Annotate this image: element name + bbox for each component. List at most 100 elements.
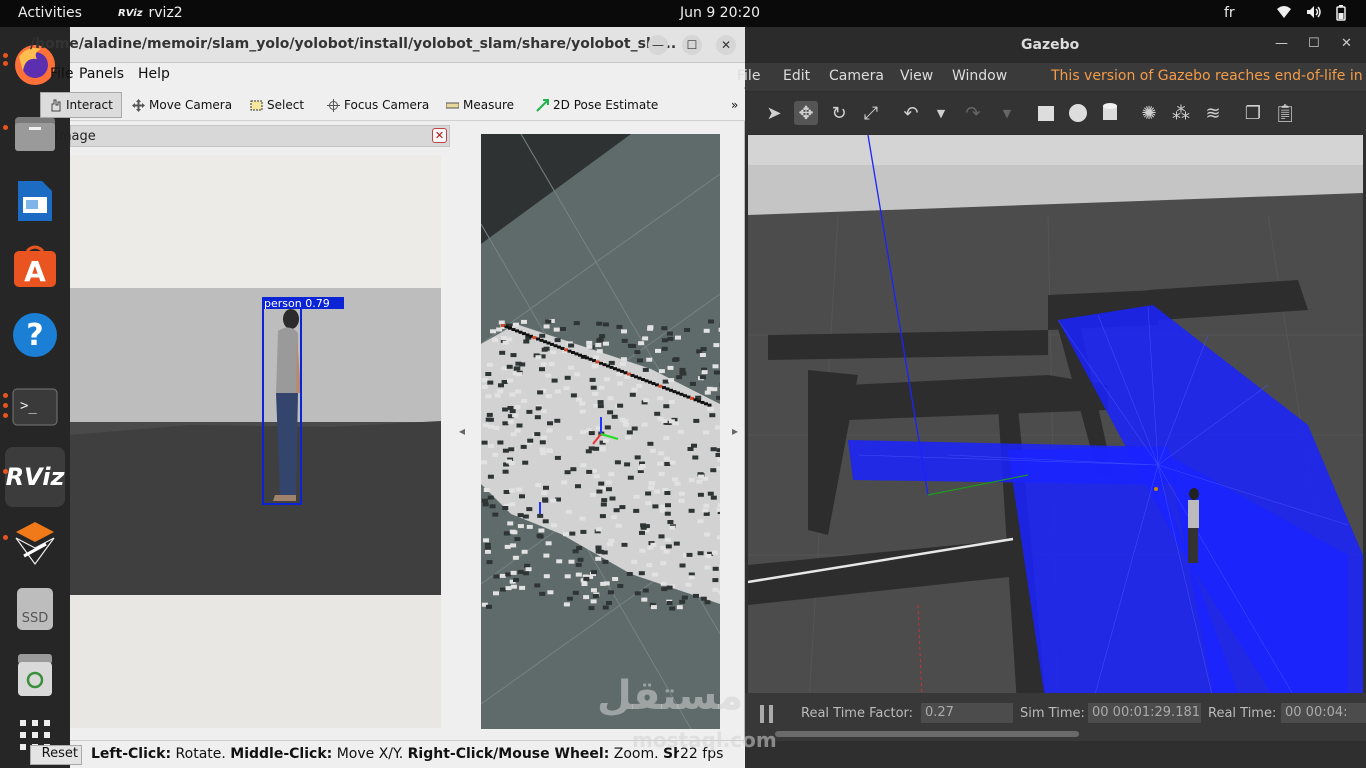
map-cell [523, 571, 529, 576]
toolbar-overflow-button[interactable]: » [731, 95, 738, 115]
select-mode-icon[interactable]: ➤ [762, 101, 786, 125]
map-cell [660, 581, 667, 586]
map-cell [494, 393, 501, 398]
map-cell [514, 405, 521, 410]
gz-menu-view[interactable]: View [900, 68, 933, 84]
map-cell [550, 350, 557, 355]
menu-panels[interactable]: Panels [79, 66, 124, 82]
map-cell [676, 375, 683, 380]
map-cell [669, 606, 676, 611]
map-cell [489, 504, 496, 509]
menu-help[interactable]: Help [138, 66, 170, 82]
map-cell [619, 505, 626, 510]
running-indicator [3, 53, 8, 58]
rotate-mode-icon[interactable]: ↻ [827, 101, 851, 125]
paste-icon[interactable]: 📋︎ [1273, 101, 1297, 125]
camera-image-view[interactable]: person 0.79 [70, 155, 441, 728]
collapse-right-arrow[interactable]: ▸ [732, 424, 738, 438]
gz-menu-camera[interactable]: Camera [829, 68, 884, 84]
map-cell [642, 367, 649, 372]
directional-light-icon[interactable]: ≋ [1201, 101, 1225, 125]
slam-map-render [481, 134, 720, 729]
map-cell [513, 578, 519, 582]
map-cell [563, 602, 570, 607]
menu-file[interactable]: File [50, 66, 73, 82]
trash-icon[interactable] [11, 651, 59, 699]
gazebo-close-button[interactable]: ✕ [1341, 36, 1352, 51]
detection-label: person 0.79 [264, 297, 330, 310]
rviz-3d-view[interactable] [481, 134, 720, 729]
app-center-icon[interactable]: A [11, 243, 59, 291]
cylinder-shape-icon[interactable] [1098, 101, 1122, 125]
help-icon[interactable]: ? [11, 311, 59, 359]
app-menu[interactable]: RViz rviz2 [118, 5, 183, 21]
map-cell [688, 478, 695, 483]
gazebo-titlebar[interactable]: Gazebo — ☐ ✕ [745, 27, 1366, 63]
map-cell [502, 506, 509, 510]
translate-mode-icon[interactable]: ✥ [794, 101, 818, 125]
writer-icon[interactable] [11, 177, 59, 225]
map-cell [517, 513, 524, 518]
ssd-icon[interactable]: SSD [11, 585, 59, 633]
map-cell [613, 508, 620, 513]
map-cell [639, 530, 645, 535]
close-button[interactable]: ✕ [716, 35, 736, 55]
gazebo-maximize-button[interactable]: ☐ [1308, 36, 1320, 51]
map-cell [647, 545, 654, 550]
gz-menu-window[interactable]: Window [952, 68, 1007, 84]
undo-icon[interactable]: ↶ [899, 101, 923, 125]
pause-icon[interactable] [759, 704, 775, 724]
map-cell [659, 504, 666, 509]
maximize-button[interactable]: ☐ [682, 35, 702, 55]
system-tray[interactable] [1276, 5, 1346, 21]
map-cell [621, 542, 628, 547]
gz-menu-file[interactable]: File [737, 68, 760, 84]
horizontal-scrollbar[interactable] [775, 731, 1079, 737]
copy-icon[interactable]: ❐ [1241, 101, 1265, 125]
gazebo-minimize-button[interactable]: — [1275, 36, 1288, 51]
map-cell [519, 494, 525, 499]
spot-light-icon[interactable]: ⁂ [1169, 101, 1193, 125]
gazebo-icon[interactable] [11, 519, 59, 567]
reset-button[interactable]: Reset [30, 745, 82, 765]
redo-dropdown-icon[interactable]: ▼ [995, 101, 1019, 125]
map-cell [615, 523, 622, 528]
minimize-button[interactable]: — [648, 35, 668, 55]
focus-camera-tool[interactable]: Focus Camera [327, 95, 429, 115]
map-cell [590, 588, 597, 593]
map-cell [627, 343, 634, 348]
rviz-titlebar[interactable]: /home/aladine/memoir/slam_yolo/yolobot/i… [30, 27, 745, 63]
language-indicator[interactable]: fr [1224, 5, 1235, 21]
map-cell [583, 595, 590, 600]
collapse-left-arrow[interactable]: ◂ [459, 424, 465, 438]
gazebo-3d-scene[interactable] [748, 135, 1363, 720]
box-shape-icon[interactable] [1034, 101, 1058, 125]
scale-mode-icon[interactable]: ⤢ [859, 101, 883, 125]
undo-dropdown-icon[interactable]: ▼ [929, 101, 953, 125]
pose-estimate-tool[interactable]: 2D Pose Estimate [536, 95, 658, 115]
move-camera-tool[interactable]: Move Camera [132, 95, 232, 115]
measure-tool[interactable]: Measure [446, 95, 514, 115]
redo-icon[interactable]: ↷ [961, 101, 985, 125]
rviz-icon[interactable]: RViz [5, 447, 65, 507]
map-cell [666, 331, 673, 336]
map-cell [663, 404, 670, 409]
move-camera-label: Move Camera [149, 98, 233, 112]
point-light-icon[interactable]: ✺ [1137, 101, 1161, 125]
activities-button[interactable]: Activities [18, 5, 82, 21]
map-cell [542, 519, 549, 524]
map-cell [508, 447, 515, 452]
real-time-label: Real Time: [1208, 706, 1277, 721]
clock[interactable]: Jun 9 20:20 [680, 5, 760, 21]
map-cell [547, 421, 553, 426]
terminal-icon[interactable]: >_ [11, 383, 59, 431]
image-panel-title: Image [55, 129, 96, 144]
gz-menu-edit[interactable]: Edit [783, 68, 810, 84]
image-panel-close-button[interactable]: ✕ [432, 128, 447, 143]
map-cell [696, 479, 703, 484]
interact-tool[interactable]: Interact [40, 92, 122, 118]
obstacle-cell [574, 352, 579, 356]
select-tool[interactable]: Select [250, 95, 304, 115]
sphere-shape-icon[interactable] [1066, 101, 1090, 125]
map-cell [645, 491, 652, 496]
